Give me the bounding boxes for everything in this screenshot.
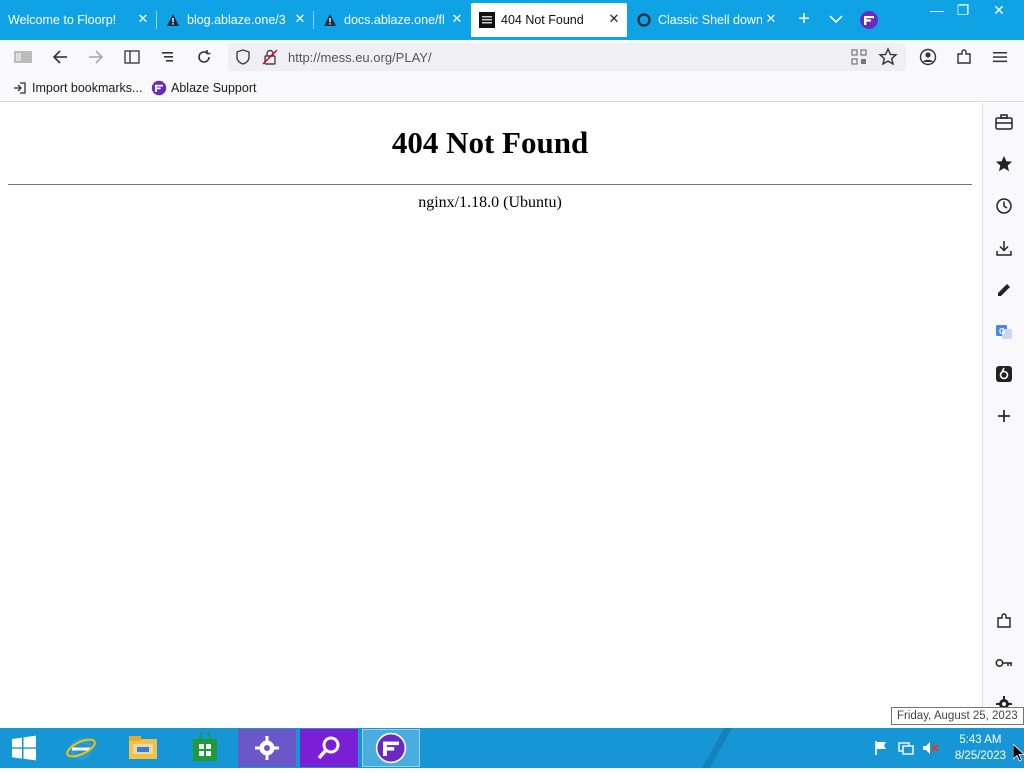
browser-sidebar: G: [982, 103, 1024, 728]
floorp-logo-icon: [151, 80, 167, 96]
tab-title: blog.ablaze.one/3: [187, 13, 286, 27]
url-bar[interactable]: http://mess.eu.org/PLAY/: [228, 43, 906, 71]
floorp-logo-icon[interactable]: [859, 10, 879, 30]
new-tab-button[interactable]: +: [792, 8, 816, 32]
insecure-lock-icon[interactable]: [261, 48, 279, 66]
warning-icon: [322, 12, 338, 28]
horizontal-rule: [8, 184, 972, 185]
list-all-tabs-chevron-down-icon[interactable]: [826, 9, 846, 29]
tab-blog[interactable]: blog.ablaze.one/3 ✕: [157, 3, 313, 37]
action-center-flag-icon[interactable]: [873, 740, 889, 756]
internet-explorer-icon[interactable]: [52, 729, 110, 767]
download-icon[interactable]: [993, 237, 1015, 259]
toolbox-icon[interactable]: [993, 111, 1015, 133]
bookmark-import[interactable]: Import bookmarks...: [12, 80, 142, 96]
taskbar-decoration: [700, 728, 740, 768]
hamburger-menu-icon[interactable]: [988, 46, 1012, 68]
network-icon[interactable]: [897, 740, 915, 756]
close-tab-icon[interactable]: ✕: [450, 12, 464, 26]
close-tab-icon[interactable]: ✕: [293, 12, 307, 26]
extensions-icon[interactable]: [993, 610, 1015, 632]
close-tab-icon[interactable]: ✕: [764, 12, 778, 26]
passwords-key-icon[interactable]: [993, 652, 1015, 674]
floorp-browser-icon[interactable]: [362, 729, 420, 767]
tab-title: Welcome to Floorp!: [8, 13, 117, 27]
file-explorer-icon[interactable]: [114, 729, 172, 767]
volume-muted-icon[interactable]: [921, 740, 939, 756]
qr-code-icon[interactable]: [850, 48, 868, 66]
bookmark-ablaze-support[interactable]: Ablaze Support: [151, 80, 256, 96]
page-content: 404 Not Found nginx/1.18.0 (Ubuntu): [0, 103, 982, 728]
bookmark-star-outline-icon[interactable]: [878, 47, 898, 67]
tree-style-tabs-icon[interactable]: [156, 46, 180, 68]
account-icon[interactable]: [916, 46, 940, 68]
tracking-protection-shield-icon[interactable]: [234, 48, 252, 66]
close-tab-icon[interactable]: ✕: [136, 12, 150, 26]
settings-app-icon[interactable]: [238, 729, 296, 767]
tab-classic-shell[interactable]: Classic Shell downl ✕: [628, 3, 784, 37]
url-text[interactable]: http://mess.eu.org/PLAY/: [288, 50, 432, 65]
classic-shell-icon: [636, 12, 652, 28]
windows-taskbar: 5:43 AM 8/25/2023: [0, 728, 1024, 768]
bookmarks-toolbar: Import bookmarks... Ablaze Support: [0, 74, 1024, 102]
date-tooltip: Friday, August 25, 2023: [891, 707, 1024, 725]
tab-title: Classic Shell downl: [658, 13, 762, 27]
mouse-cursor-icon: [1012, 743, 1024, 764]
reload-icon[interactable]: [192, 46, 216, 68]
search-app-icon[interactable]: [300, 729, 358, 767]
bookmark-label: Import bookmarks...: [32, 81, 143, 95]
navigation-toolbar: http://mess.eu.org/PLAY/: [0, 40, 1024, 74]
clock-date: 8/25/2023: [954, 750, 1006, 762]
screenshot-icon[interactable]: [993, 363, 1015, 385]
svg-text:G: G: [999, 327, 1005, 336]
system-clock[interactable]: 5:43 AM 8/25/2023: [955, 732, 1006, 764]
sidebar-panel-icon[interactable]: [11, 46, 35, 68]
tab-bar: Welcome to Floorp! ✕ blog.ablaze.one/3 ✕…: [0, 0, 1024, 40]
notes-pen-icon[interactable]: [993, 279, 1015, 301]
restore-button[interactable]: ❐: [948, 0, 978, 22]
close-tab-icon[interactable]: ✕: [607, 12, 621, 26]
page-heading: 404 Not Found: [391, 125, 589, 160]
warning-icon: [165, 12, 181, 28]
close-window-button[interactable]: ✕: [984, 0, 1014, 22]
bookmark-star-icon[interactable]: [993, 153, 1015, 175]
server-signature: nginx/1.18.0 (Ubuntu): [418, 194, 562, 211]
tab-welcome[interactable]: Welcome to Floorp! ✕: [0, 3, 156, 37]
clock-time: 5:43 AM: [959, 734, 1002, 746]
history-icon[interactable]: [993, 195, 1015, 217]
windows-logo-icon: [12, 735, 36, 761]
translate-icon[interactable]: G: [993, 321, 1015, 343]
tab-docs[interactable]: docs.ablaze.one/fl ✕: [314, 3, 470, 37]
import-icon: [12, 80, 28, 96]
start-button[interactable]: [0, 728, 48, 768]
tab-404-active[interactable]: 404 Not Found ✕: [471, 3, 627, 37]
tab-title: 404 Not Found: [501, 13, 584, 27]
extensions-puzzle-icon[interactable]: [952, 46, 976, 68]
sidebar-toggle-icon[interactable]: [120, 46, 144, 68]
tab-title: docs.ablaze.one/fl: [344, 13, 445, 27]
forward-arrow-icon[interactable]: [84, 46, 108, 68]
add-panel-icon[interactable]: [993, 405, 1015, 427]
bookmark-label: Ablaze Support: [171, 81, 257, 95]
site-favicon-icon: [479, 12, 495, 28]
store-icon[interactable]: [176, 729, 234, 767]
back-arrow-icon[interactable]: [48, 46, 72, 68]
